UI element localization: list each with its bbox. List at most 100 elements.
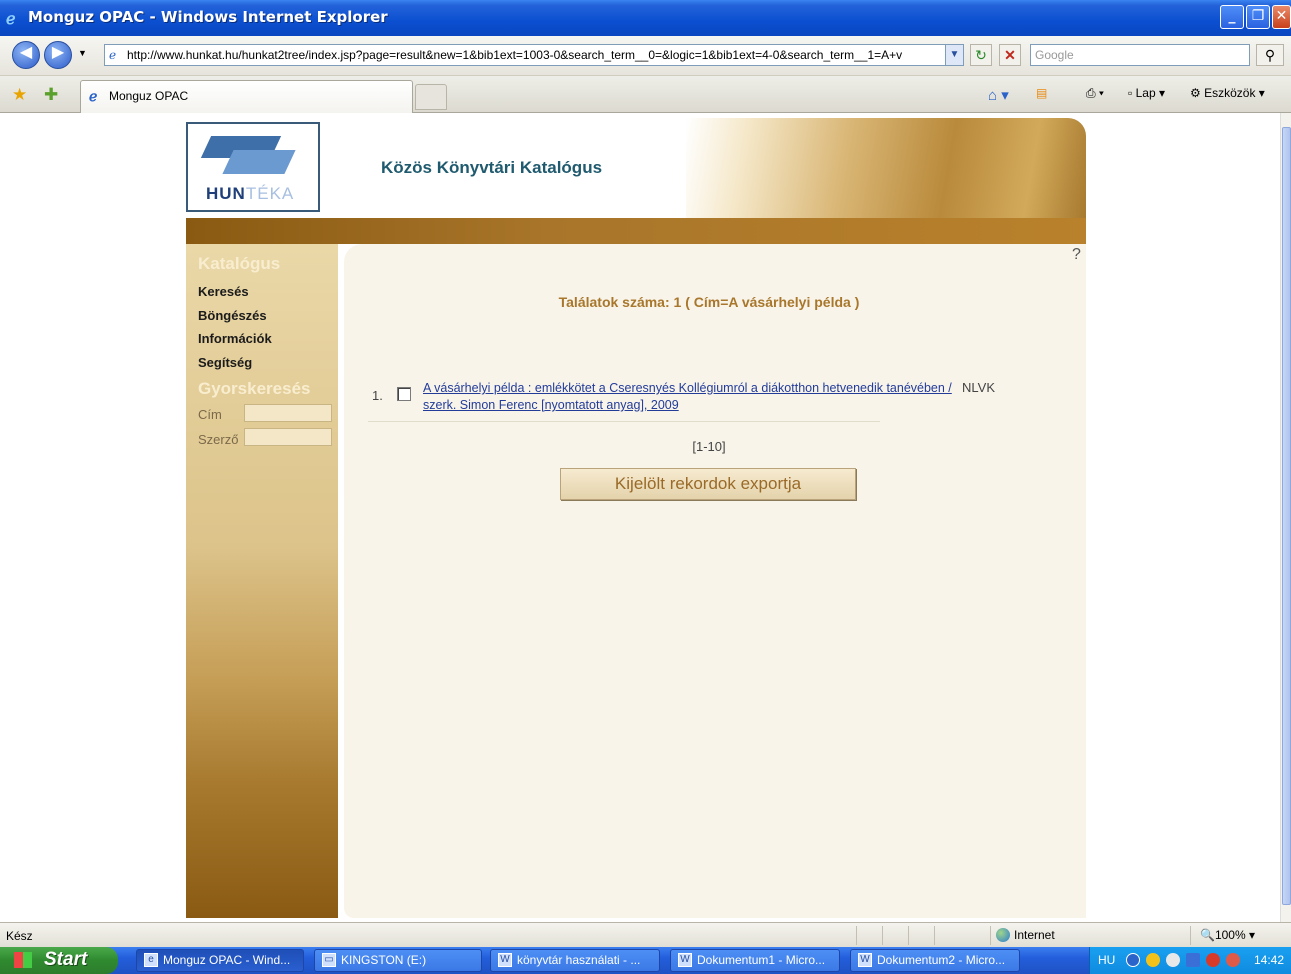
tab-bar: ★ ✚ ℯ Monguz OPAC ⌂ ▾ ▤ ⎙ ▾ ▫ Lap ▾ ⚙ Es…: [0, 76, 1291, 113]
result-checkbox[interactable]: [397, 387, 411, 401]
navigation-bar: ◀ ▶ ▼ ℯ http://www.hunkat.hu/hunkat2tree…: [0, 36, 1291, 76]
result-library: NLVK: [962, 380, 995, 395]
feeds-icon[interactable]: ▤: [1036, 86, 1047, 100]
pager: [1-10]: [692, 439, 726, 454]
taskbar: Start e Monguz OPAC - Wind... ▭ KINGSTON (…: [0, 947, 1291, 974]
taskbar-item-word-3[interactable]: W Dokumentum2 - Micro...: [850, 949, 1020, 972]
quick-title-input[interactable]: [244, 404, 332, 422]
maximize-button[interactable]: ❐: [1246, 5, 1270, 29]
zoom-icon: 🔍: [1200, 928, 1215, 942]
address-dropdown-icon[interactable]: ▼: [945, 45, 963, 65]
hunteka-logo[interactable]: HUNTÉKA: [186, 122, 320, 212]
result-number: 1.: [372, 388, 383, 403]
tools-menu-label: Eszközök: [1204, 86, 1256, 100]
taskbar-item-label: Dokumentum1 - Micro...: [697, 953, 826, 967]
tools-menu[interactable]: ⚙ Eszközök ▾: [1190, 86, 1265, 100]
taskbar-item-label: Dokumentum2 - Micro...: [877, 953, 1006, 967]
page-menu-label: Lap: [1135, 86, 1156, 100]
forward-button[interactable]: ▶: [44, 41, 72, 69]
volume-icon[interactable]: [1166, 953, 1180, 967]
stop-button[interactable]: ✕: [999, 44, 1021, 66]
page-menu[interactable]: ▫ Lap ▾: [1128, 86, 1165, 100]
refresh-button[interactable]: ↻: [970, 44, 992, 66]
search-input[interactable]: Google: [1030, 44, 1250, 66]
zone-label: Internet: [1014, 928, 1055, 942]
start-label: Start: [44, 949, 88, 970]
print-icon[interactable]: ⎙ ▾: [1086, 86, 1104, 101]
history-dropdown-icon[interactable]: ▼: [78, 48, 87, 58]
clock: 14:42: [1254, 953, 1285, 967]
taskbar-item-label: KINGSTON (E:): [341, 953, 427, 967]
page-icon: ℯ: [109, 48, 117, 62]
result-title-link[interactable]: A vásárhelyi példa : emlékkötet a Cseres…: [423, 380, 953, 414]
header-band: [186, 218, 1086, 244]
globe-icon: [996, 928, 1010, 942]
system-tray: HU 14:42: [1089, 947, 1291, 974]
status-bar: Kész Internet 🔍100% ▾: [0, 922, 1291, 947]
new-tab-button[interactable]: [415, 84, 447, 110]
sidebar-item-search[interactable]: Keresés: [198, 284, 249, 299]
sidebar-heading-quick-search: Gyorskeresés: [198, 379, 311, 398]
taskbar-item-kingston[interactable]: ▭ KINGSTON (E:): [314, 949, 482, 972]
sidebar: Katalógus Keresés Böngészés Információk …: [186, 244, 338, 918]
sidebar-item-help[interactable]: Segítség: [198, 355, 252, 370]
language-indicator[interactable]: HU: [1098, 953, 1115, 967]
drive-icon: ▭: [322, 953, 336, 967]
gear-icon: ⚙: [1190, 86, 1201, 100]
page-header: HUNTÉKA Közös Könyvtári Katalógus: [186, 118, 1086, 218]
tab-label: Monguz OPAC: [109, 89, 189, 103]
word-icon: W: [678, 953, 692, 967]
word-icon: W: [498, 953, 512, 967]
taskbar-item-ie[interactable]: e Monguz OPAC - Wind...: [136, 949, 304, 972]
windows-flag-icon: [14, 952, 32, 968]
export-selected-button[interactable]: Kijelölt rekordok exportja: [560, 468, 856, 500]
alert-icon[interactable]: [1226, 953, 1240, 967]
security-zone[interactable]: Internet: [996, 928, 1055, 942]
result-row: 1. A vásárhelyi példa : emlékkötet a Cse…: [368, 378, 952, 422]
site-title: Közös Könyvtári Katalógus: [381, 158, 603, 177]
results-panel: [344, 244, 1086, 918]
word-icon: W: [858, 953, 872, 967]
window-title: Monguz OPAC - Windows Internet Explorer: [28, 8, 388, 26]
add-favorites-icon[interactable]: ✚: [44, 85, 58, 105]
vertical-scrollbar[interactable]: [1280, 113, 1291, 922]
taskbar-item-label: Monguz OPAC - Wind...: [163, 953, 291, 967]
close-button[interactable]: ✕: [1272, 5, 1291, 29]
logo-text-light: TÉKA: [245, 184, 295, 203]
logo-text-bold: HUN: [206, 184, 246, 203]
zoom-level: 100%: [1214, 928, 1246, 942]
help-link[interactable]: ?: [1072, 246, 1081, 264]
tab-monguz-opac[interactable]: ℯ Monguz OPAC: [80, 80, 413, 113]
quick-author-label: Szerző: [198, 432, 239, 447]
tray-arrow-icon[interactable]: [1126, 953, 1140, 967]
browser-viewport: HUNTÉKA Közös Könyvtári Katalógus Kataló…: [0, 113, 1280, 922]
taskbar-item-label: könyvtár használati - ...: [517, 953, 641, 967]
start-button[interactable]: Start: [0, 947, 118, 974]
zoom-control[interactable]: 🔍100% ▾: [1200, 928, 1255, 942]
back-button[interactable]: ◀: [12, 41, 40, 69]
sidebar-item-browse[interactable]: Böngészés: [198, 308, 267, 323]
tab-ie-icon: ℯ: [89, 89, 98, 105]
taskbar-item-word-1[interactable]: Wkönyvtár használati - ...: [490, 949, 660, 972]
search-icon[interactable]: ⚲: [1256, 44, 1284, 66]
window-titlebar: ℯ Monguz OPAC - Windows Internet Explore…: [0, 0, 1291, 36]
internet-explorer-icon: ℯ: [6, 9, 16, 28]
address-input[interactable]: ℯ http://www.hunkat.hu/hunkat2tree/index…: [104, 44, 964, 66]
minimize-button[interactable]: _: [1220, 5, 1244, 29]
status-text: Kész: [6, 929, 33, 943]
quick-author-input[interactable]: [244, 428, 332, 446]
sidebar-item-info[interactable]: Információk: [198, 331, 272, 346]
result-count: Találatok száma: 1 ( Cím=A vásárhelyi pé…: [558, 294, 860, 310]
quick-title-label: Cím: [198, 407, 222, 422]
ie-task-icon: e: [144, 953, 158, 967]
network-icon[interactable]: [1186, 953, 1200, 967]
address-url[interactable]: http://www.hunkat.hu/hunkat2tree/index.j…: [127, 48, 902, 62]
favorites-star-icon[interactable]: ★: [12, 85, 27, 105]
home-icon[interactable]: ⌂ ▾: [988, 86, 1009, 104]
scrollbar-thumb[interactable]: [1282, 127, 1291, 905]
taskbar-item-word-2[interactable]: W Dokumentum1 - Micro...: [670, 949, 840, 972]
antivirus-icon[interactable]: [1206, 953, 1220, 967]
sidebar-heading-catalog: Katalógus: [198, 254, 281, 273]
security-shield-icon[interactable]: [1146, 953, 1160, 967]
header-photo: [686, 118, 1086, 218]
